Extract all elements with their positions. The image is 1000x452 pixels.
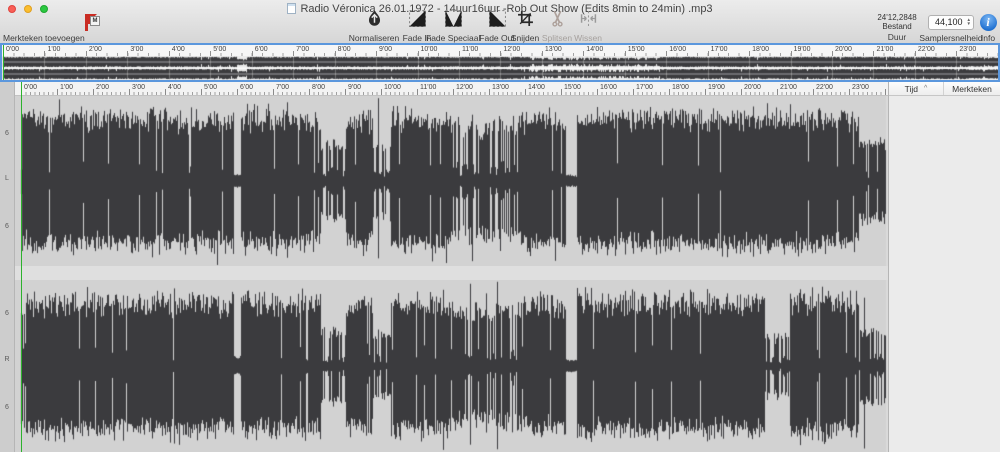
ruler-tick: 12'00 — [453, 89, 454, 95]
scale-label-bottom-right: 6 — [0, 404, 14, 411]
normalize-button[interactable]: Normaliseren — [345, 12, 403, 43]
cut-icon — [517, 10, 534, 32]
overview-ruler[interactable]: 0'001'002'003'004'005'006'007'008'009'00… — [2, 45, 998, 56]
ruler-tick: 13'00 — [489, 89, 490, 95]
ruler-tick: 11'00 — [417, 89, 418, 95]
ruler-tick: 3'00 — [129, 89, 130, 95]
channel-divider — [15, 266, 888, 280]
normalize-icon — [366, 10, 383, 32]
markers-panel: Tijd ^ Merkteken — [888, 82, 1000, 452]
fade-special-label: Fade Speciaal — [426, 33, 480, 43]
marker-flag-icon: M — [82, 14, 102, 32]
info-icon: i — [980, 14, 997, 31]
scale-label-bottom-left: 6 — [0, 223, 14, 230]
fade-out-icon — [489, 10, 506, 32]
sort-ascending-icon: ^ — [924, 85, 927, 92]
channel-right-label: R — [0, 356, 14, 363]
fade-in-icon — [409, 10, 426, 32]
ruler-tick: 4'00 — [165, 89, 166, 95]
ruler-tick: 2'00 — [93, 89, 94, 95]
fade-special-icon — [445, 10, 462, 32]
cut-label: Snijden — [508, 33, 542, 43]
ruler-tick: 21'00 — [777, 89, 778, 95]
channel-right-waveform[interactable] — [15, 280, 888, 452]
split-label: Splitsen — [540, 33, 574, 43]
stepper-icon[interactable]: ▲▼ — [967, 18, 971, 26]
erase-icon — [580, 10, 597, 32]
add-marker-button[interactable]: M Merkteken toevoegen — [0, 12, 102, 43]
sample-rate-field[interactable]: 44,100 ▲▼ — [928, 15, 974, 30]
ruler-tick: 15'00 — [561, 89, 562, 95]
marker-header-label: Merkteken — [952, 84, 992, 94]
split-icon — [549, 10, 566, 32]
ruler-tick: 10'00 — [381, 89, 382, 95]
main-ruler-minor-ticks — [21, 92, 888, 95]
normalize-label: Normaliseren — [345, 33, 403, 43]
sample-rate-value: 44,100 — [935, 17, 963, 27]
erase-button: Wissen — [572, 12, 604, 43]
channel-left-label: L — [0, 175, 14, 182]
document-icon — [287, 3, 296, 14]
split-button: Splitsen — [540, 12, 574, 43]
info-label: Info — [974, 33, 1000, 43]
window-titlebar: Radio Véronica 26.01.1972 - 14uur16uur -… — [0, 0, 1000, 44]
overview-strip[interactable]: 0'001'002'003'004'005'006'007'008'009'00… — [0, 43, 1000, 82]
ruler-tick: 1'00 — [57, 89, 58, 95]
ruler-tick: 8'00 — [309, 89, 310, 95]
overview-playhead[interactable] — [3, 45, 4, 80]
info-button[interactable]: i Info — [974, 12, 1000, 43]
ruler-tick: 18'00 — [669, 89, 670, 95]
add-marker-label: Merkteken toevoegen — [0, 33, 102, 43]
time-header-label: Tijd — [905, 84, 918, 94]
scale-label-top-left: 6 — [0, 130, 14, 137]
ruler-tick: 16'00 — [597, 89, 598, 95]
ruler-tick: 17'00 — [633, 89, 634, 95]
ruler-tick: 14'00 — [525, 89, 526, 95]
amplitude-gutter: 6 L 6 6 R 6 — [0, 82, 15, 452]
ruler-tick: 20'00 — [741, 89, 742, 95]
ruler-tick: 19'00 — [705, 89, 706, 95]
ruler-tick: 24'00 — [885, 89, 886, 95]
channel-left-waveform[interactable] — [15, 96, 888, 266]
overview-waveform[interactable] — [2, 56, 998, 80]
ruler-tick: 5'00 — [201, 89, 202, 95]
marker-column-header[interactable]: Merkteken — [944, 82, 1000, 95]
scale-label-top-right: 6 — [0, 310, 14, 317]
ruler-tick: 23'00 — [849, 89, 850, 95]
main-ruler[interactable]: 0'001'002'003'004'005'006'007'008'009'00… — [15, 82, 888, 96]
fade-special-button[interactable]: Fade Speciaal — [426, 12, 480, 43]
ruler-tick: 22'00 — [813, 89, 814, 95]
playhead[interactable] — [21, 82, 22, 452]
ruler-tick: 9'00 — [345, 89, 346, 95]
cut-button[interactable]: Snijden — [508, 12, 542, 43]
ruler-tick: 7'00 — [273, 89, 274, 95]
markers-panel-header: Tijd ^ Merkteken — [889, 82, 1000, 96]
time-column-header[interactable]: Tijd ^ — [889, 82, 944, 95]
ruler-tick: 6'00 — [237, 89, 238, 95]
erase-label: Wissen — [572, 33, 604, 43]
